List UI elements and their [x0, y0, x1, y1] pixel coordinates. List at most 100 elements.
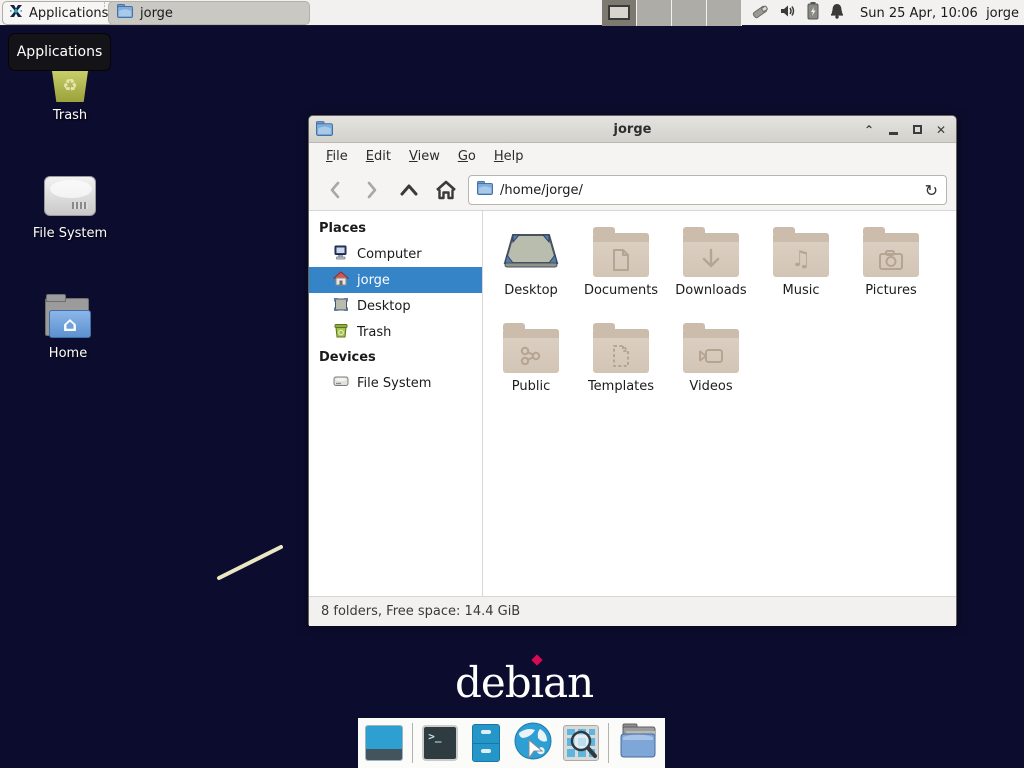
close-button[interactable]: ✕	[934, 123, 948, 137]
statusbar-text: 8 folders, Free space: 14.4 GiB	[321, 604, 520, 619]
house-glyph: ⌂	[49, 310, 91, 338]
path-folder-icon	[477, 181, 493, 199]
sidebar-item-file-system[interactable]: File System	[309, 370, 482, 396]
workspace-3[interactable]	[672, 0, 707, 26]
debian-wordmark-part: an	[543, 658, 593, 707]
file-item-music[interactable]: ♫ Music	[756, 221, 846, 303]
taskbar-window-label: jorge	[140, 6, 173, 21]
shade-button[interactable]: ⌃	[862, 123, 876, 137]
desktop-folder-icon	[501, 227, 561, 277]
trash-small-icon	[333, 323, 349, 342]
terminal-icon: >_	[422, 725, 458, 761]
workspace-pager[interactable]	[602, 0, 742, 26]
downloads-folder-icon	[683, 233, 739, 277]
panel-clock[interactable]: Sun 25 Apr, 10:06	[860, 0, 978, 26]
terminal-launcher[interactable]: >_	[422, 723, 459, 763]
titlebar[interactable]: jorge ⌃ ✕	[309, 116, 956, 143]
music-folder-icon: ♫	[773, 233, 829, 277]
sidebar-item-label: jorge	[357, 273, 390, 288]
home-button[interactable]	[432, 177, 460, 203]
hard-drive-icon	[44, 176, 96, 216]
file-item-public[interactable]: Public	[486, 317, 576, 399]
system-tray	[750, 0, 845, 26]
up-button[interactable]	[395, 177, 423, 203]
dock-separator	[608, 723, 609, 763]
applications-tooltip: Applications	[8, 33, 111, 71]
pictures-folder-icon	[863, 233, 919, 277]
file-item-label: Templates	[576, 379, 666, 394]
minimize-button[interactable]	[886, 123, 900, 137]
reload-button[interactable]: ↻	[925, 181, 938, 200]
workspace-1[interactable]	[602, 0, 637, 26]
stray-line-artifact	[210, 538, 295, 588]
sidebar-item-label: Computer	[357, 247, 422, 262]
file-item-desktop[interactable]: Desktop	[486, 221, 576, 303]
places-header: Places	[309, 216, 482, 241]
documents-folder-icon	[593, 233, 649, 277]
sidebar-item-trash[interactable]: Trash	[309, 319, 482, 345]
file-list-view[interactable]: Desktop Documents Downloads	[483, 211, 956, 596]
public-folder-icon	[503, 329, 559, 373]
recycle-glyph: ♻	[52, 71, 88, 102]
workspace-window-preview	[608, 5, 630, 20]
desktop-icon-file-system[interactable]: File System	[10, 176, 130, 241]
xfce-logo-icon	[8, 3, 24, 23]
file-item-templates[interactable]: Templates	[576, 317, 666, 399]
file-item-downloads[interactable]: Downloads	[666, 221, 756, 303]
dock-separator	[412, 723, 413, 763]
file-item-documents[interactable]: Documents	[576, 221, 666, 303]
sidebar: Places Computer	[309, 211, 483, 596]
battery-tray-icon[interactable]	[806, 1, 820, 25]
file-cabinet-icon	[472, 724, 500, 762]
videos-folder-icon	[683, 329, 739, 373]
menu-file[interactable]: File	[319, 146, 355, 167]
directory-menu-launcher[interactable]	[618, 723, 658, 763]
workspace-2[interactable]	[637, 0, 672, 26]
web-browser-launcher[interactable]	[513, 723, 553, 763]
templates-folder-icon	[593, 329, 649, 373]
sidebar-item-desktop[interactable]: Desktop	[309, 293, 482, 319]
toolbar: /home/jorge/ ↻	[309, 169, 956, 211]
back-button[interactable]	[321, 177, 349, 203]
desktop-icon	[333, 297, 349, 316]
file-item-videos[interactable]: Videos	[666, 317, 756, 399]
sidebar-item-label: Desktop	[357, 299, 411, 314]
sidebar-item-computer[interactable]: Computer	[309, 241, 482, 267]
file-item-label: Downloads	[666, 283, 756, 298]
sidebar-item-jorge[interactable]: jorge	[309, 267, 482, 293]
menubar: File Edit View Go Help	[309, 143, 956, 169]
forward-button[interactable]	[358, 177, 386, 203]
show-desktop-button[interactable]	[365, 723, 403, 763]
volume-tray-icon[interactable]	[779, 2, 797, 24]
window-folder-icon	[316, 121, 333, 140]
file-manager-window: jorge ⌃ ✕ File Edit View Go Help	[308, 115, 957, 625]
menu-help[interactable]: Help	[487, 146, 531, 167]
drive-small-icon	[333, 374, 349, 392]
sidebar-item-label: File System	[357, 376, 431, 391]
debian-wordmark: debıan	[455, 658, 593, 707]
file-item-pictures[interactable]: Pictures	[846, 221, 936, 303]
menu-edit[interactable]: Edit	[359, 146, 398, 167]
top-panel: Applications ⋮ jorge	[0, 0, 1024, 26]
location-path[interactable]: /home/jorge/	[500, 183, 583, 198]
workspace-4[interactable]	[707, 0, 742, 26]
desktop-icon-home[interactable]: ⌂ Home	[8, 298, 128, 361]
file-item-label: Public	[486, 379, 576, 394]
file-manager-launcher[interactable]	[468, 723, 505, 763]
application-finder-launcher[interactable]	[562, 723, 599, 763]
notifications-bell-icon[interactable]	[829, 2, 845, 24]
taskbar-window-button[interactable]: jorge	[108, 1, 310, 25]
panel-username[interactable]: jorge	[986, 0, 1019, 26]
tablet-tool-tray-icon[interactable]	[750, 1, 770, 25]
menu-view[interactable]: View	[402, 146, 447, 167]
maximize-button[interactable]	[910, 123, 924, 137]
window-title: jorge	[309, 122, 956, 137]
location-bar[interactable]: /home/jorge/ ↻	[468, 175, 947, 205]
desktop-icon-label: File System	[10, 226, 130, 241]
application-finder-icon	[563, 725, 599, 761]
desktop-icon-label: Trash	[10, 108, 130, 123]
panel-handle[interactable]: ⋮	[100, 4, 106, 22]
sidebar-item-label: Trash	[357, 325, 391, 340]
desktop-root: Applications ⋮ jorge	[0, 0, 1024, 768]
menu-go[interactable]: Go	[451, 146, 483, 167]
